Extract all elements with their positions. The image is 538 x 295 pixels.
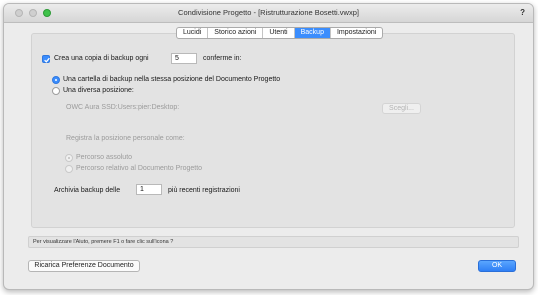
archive-label: Archivia backup delle <box>54 187 121 194</box>
backup-checkbox-label: Crea una copia di backup ogni <box>54 55 149 62</box>
backup-interval-input[interactable]: 5 <box>171 53 197 64</box>
title-bar[interactable]: Condivisione Progetto - [Ristrutturazion… <box>4 4 533 23</box>
tab-lucidi[interactable]: Lucidi <box>177 28 209 38</box>
help-status-bar: Per visualizzare l'Aiuto, premere F1 o f… <box>28 236 519 248</box>
radio-same-folder[interactable] <box>52 76 60 84</box>
tab-bar: Lucidi Storico azioni Utenti Backup Impo… <box>176 27 384 39</box>
radio-other-location[interactable] <box>52 87 60 95</box>
dialog-window: Condivisione Progetto - [Ristrutturazion… <box>3 3 534 290</box>
reload-preferences-button[interactable]: Ricarica Preferenze Documento <box>28 260 140 272</box>
backup-interval-suffix: conferme in: <box>203 55 242 62</box>
archive-count-input[interactable]: 1 <box>136 184 162 195</box>
tab-backup[interactable]: Backup <box>294 28 331 38</box>
tab-impostazioni[interactable]: Impostazioni <box>331 28 382 38</box>
backup-checkbox[interactable] <box>42 55 50 63</box>
help-icon[interactable]: ? <box>520 8 525 17</box>
ok-button[interactable]: OK <box>478 260 516 272</box>
tab-storico-azioni[interactable]: Storico azioni <box>208 28 264 38</box>
checkmark-icon <box>44 57 50 63</box>
radio-absolute-path[interactable] <box>65 154 73 162</box>
radio-other-location-label: Una diversa posizione: <box>63 87 134 94</box>
register-location-label: Registra la posizione personale come: <box>66 135 185 142</box>
tab-utenti[interactable]: Utenti <box>263 28 295 38</box>
radio-relative-path[interactable] <box>65 165 73 173</box>
choose-folder-button[interactable]: Scegli... <box>382 103 421 114</box>
backup-panel: Crea una copia di backup ogni 5 conferme… <box>31 33 515 228</box>
window-title: Condivisione Progetto - [Ristrutturazion… <box>178 8 359 17</box>
backup-path-text: OWC Aura SSD:Users:pier:Desktop: <box>66 104 180 111</box>
radio-same-folder-label: Una cartella di backup nella stessa posi… <box>63 76 281 83</box>
radio-relative-path-label: Percorso relativo al Documento Progetto <box>76 165 203 172</box>
archive-suffix: più recenti registrazioni <box>168 187 240 194</box>
radio-absolute-path-label: Percorso assoluto <box>76 154 133 161</box>
